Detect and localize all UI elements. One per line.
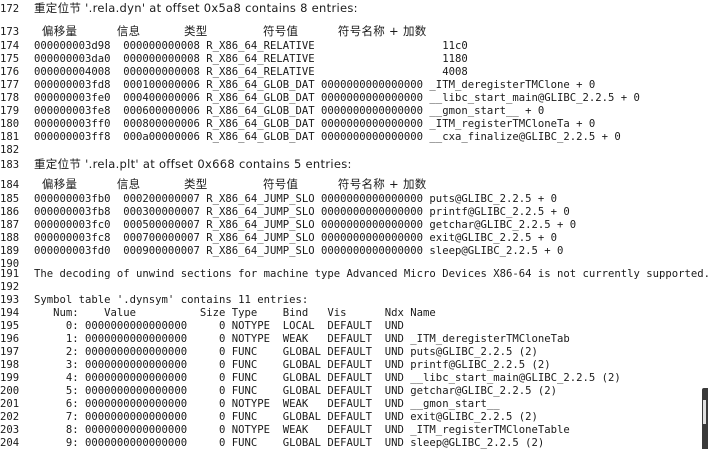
line-text: 偏移量 信息 类型 符号值 符号名称 + 加数 [34, 177, 427, 191]
line-text: 1: 0000000000000000 0 NOTYPE WEAK DEFAUL… [34, 333, 570, 345]
line-number: 192 [0, 281, 20, 293]
line-number: 189 [0, 245, 20, 257]
line-text: The decoding of unwind sections for mach… [34, 268, 708, 280]
line-192: 192 [0, 280, 34, 294]
line-number: 200 [0, 385, 20, 397]
line-194: 194 Num: Value Size Type Bind Vis Ndx Na… [0, 306, 436, 320]
line-number: 182 [0, 144, 20, 156]
line-text: 000000003da0 000000000008 R_X86_64_RELAT… [34, 53, 468, 65]
line-191: 191 The decoding of unwind sections for m… [0, 267, 708, 281]
line-text: 000000003ff8 000a00000006 R_X86_64_GLOB_… [34, 131, 621, 143]
line-180: 180 000000003ff0 000800000006 R_X86_64_GL… [0, 117, 595, 131]
line-text: 7: 0000000000000000 0 FUNC GLOBAL DEFAUL… [34, 411, 538, 423]
line-number: 204 [0, 437, 20, 449]
line-188: 188 000000003fc8 000700000007 R_X86_64_JU… [0, 231, 557, 245]
line-number: 187 [0, 219, 20, 231]
line-number: 173 [0, 26, 20, 38]
line-number: 181 [0, 131, 20, 143]
line-text: 偏移量 信息 类型 符号值 符号名称 + 加数 [34, 24, 427, 38]
line-text: 000000003fe0 000400000006 R_X86_64_GLOB_… [34, 92, 640, 104]
line-number: 201 [0, 398, 20, 410]
line-text: 000000003fb8 000300000007 R_X86_64_JUMP_… [34, 206, 570, 218]
line-203: 203 8: 0000000000000000 0 NOTYPE WEAK DE… [0, 423, 570, 437]
line-178: 178 000000003fe0 000400000006 R_X86_64_GL… [0, 91, 640, 105]
line-text: 4: 0000000000000000 0 FUNC GLOBAL DEFAUL… [34, 372, 621, 384]
line-number: 179 [0, 105, 20, 117]
scrollbar-grip[interactable] [703, 400, 706, 424]
line-text: Symbol table '.dynsym' contains 11 entri… [34, 294, 309, 306]
line-number: 197 [0, 346, 20, 358]
line-173: 173 偏移量 信息 类型 符号值 符号名称 + 加数 [0, 24, 427, 38]
line-184: 184 偏移量 信息 类型 符号值 符号名称 + 加数 [0, 177, 427, 191]
line-196: 196 1: 0000000000000000 0 NOTYPE WEAK DE… [0, 332, 570, 346]
line-number: 175 [0, 53, 20, 65]
text-editor[interactable]: 172 重定位节 '.rela.dyn' at offset 0x5a8 cont… [0, 0, 708, 449]
line-195: 195 0: 0000000000000000 0 NOTYPE LOCAL D… [0, 319, 404, 333]
line-text: 000000003fd0 000900000007 R_X86_64_JUMP_… [34, 245, 564, 257]
line-text: 9: 0000000000000000 0 FUNC GLOBAL DEFAUL… [34, 437, 545, 449]
line-179: 179 000000003fe8 000600000006 R_X86_64_GL… [0, 104, 544, 118]
line-175: 175 000000003da0 000000000008 R_X86_64_RE… [0, 52, 468, 66]
line-text: 0: 0000000000000000 0 NOTYPE LOCAL DEFAU… [34, 320, 404, 332]
line-204: 204 9: 0000000000000000 0 FUNC GLOBAL DE… [0, 436, 544, 449]
line-202: 202 7: 0000000000000000 0 FUNC GLOBAL DE… [0, 410, 538, 424]
line-number: 183 [0, 159, 20, 171]
line-198: 198 3: 0000000000000000 0 FUNC GLOBAL DE… [0, 358, 551, 372]
line-187: 187 000000003fc0 000500000007 R_X86_64_JU… [0, 218, 576, 232]
line-197: 197 2: 0000000000000000 0 FUNC GLOBAL DE… [0, 345, 538, 359]
line-number: 191 [0, 268, 20, 280]
line-177: 177 000000003fd8 000100000006 R_X86_64_GL… [0, 78, 595, 92]
line-number: 194 [0, 307, 20, 319]
line-number: 176 [0, 66, 20, 78]
line-number: 178 [0, 92, 20, 104]
line-text: 重定位节 '.rela.dyn' at offset 0x5a8 contain… [34, 1, 358, 15]
line-176: 176 000000004008 000000000008 R_X86_64_RE… [0, 65, 468, 79]
line-number: 172 [0, 3, 20, 15]
line-185: 185 000000003fb0 000200000007 R_X86_64_JU… [0, 192, 557, 206]
line-181: 181 000000003ff8 000a00000006 R_X86_64_GL… [0, 130, 621, 144]
line-text: 2: 0000000000000000 0 FUNC GLOBAL DEFAUL… [34, 346, 538, 358]
line-number: 184 [0, 179, 20, 191]
line-182: 182 [0, 143, 34, 157]
line-number: 193 [0, 294, 20, 306]
line-number: 195 [0, 320, 20, 332]
line-text: 000000003fe8 000600000006 R_X86_64_GLOB_… [34, 105, 545, 117]
line-text: 000000003ff0 000800000006 R_X86_64_GLOB_… [34, 118, 596, 130]
line-text: 000000003fb0 000200000007 R_X86_64_JUMP_… [34, 193, 557, 205]
line-number: 180 [0, 118, 20, 130]
line-number: 174 [0, 40, 20, 52]
line-text: 000000003d98 000000000008 R_X86_64_RELAT… [34, 40, 468, 52]
line-200: 200 5: 0000000000000000 0 FUNC GLOBAL DE… [0, 384, 557, 398]
line-number: 177 [0, 79, 20, 91]
line-number: 188 [0, 232, 20, 244]
line-number: 198 [0, 359, 20, 371]
line-number: 203 [0, 424, 20, 436]
line-number: 202 [0, 411, 20, 423]
line-text: 3: 0000000000000000 0 FUNC GLOBAL DEFAUL… [34, 359, 551, 371]
line-199: 199 4: 0000000000000000 0 FUNC GLOBAL DE… [0, 371, 621, 385]
line-text: 5: 0000000000000000 0 FUNC GLOBAL DEFAUL… [34, 385, 557, 397]
line-text: 000000003fc0 000500000007 R_X86_64_JUMP_… [34, 219, 577, 231]
line-number: 199 [0, 372, 20, 384]
line-186: 186 000000003fb8 000300000007 R_X86_64_JU… [0, 205, 570, 219]
line-193: 193 Symbol table '.dynsym' contains 11 en… [0, 293, 308, 307]
line-172: 172 重定位节 '.rela.dyn' at offset 0x5a8 cont… [0, 1, 358, 15]
line-text: Num: Value Size Type Bind Vis Ndx Name [34, 307, 436, 319]
line-text: 重定位节 '.rela.plt' at offset 0x668 contain… [34, 157, 352, 171]
line-text: 8: 0000000000000000 0 NOTYPE WEAK DEFAUL… [34, 424, 570, 436]
line-text: 000000003fc8 000700000007 R_X86_64_JUMP_… [34, 232, 557, 244]
line-number: 196 [0, 333, 20, 345]
line-text: 6: 0000000000000000 0 NOTYPE WEAK DEFAUL… [34, 398, 500, 410]
line-201: 201 6: 0000000000000000 0 NOTYPE WEAK DE… [0, 397, 500, 411]
line-number: 186 [0, 206, 20, 218]
line-189: 189 000000003fd0 000900000007 R_X86_64_JU… [0, 244, 563, 258]
line-text: 000000003fd8 000100000006 R_X86_64_GLOB_… [34, 79, 596, 91]
line-183: 183 重定位节 '.rela.plt' at offset 0x668 cont… [0, 157, 352, 171]
line-number: 185 [0, 193, 20, 205]
line-text: 000000004008 000000000008 R_X86_64_RELAT… [34, 66, 468, 78]
line-174: 174 000000003d98 000000000008 R_X86_64_RE… [0, 39, 468, 53]
